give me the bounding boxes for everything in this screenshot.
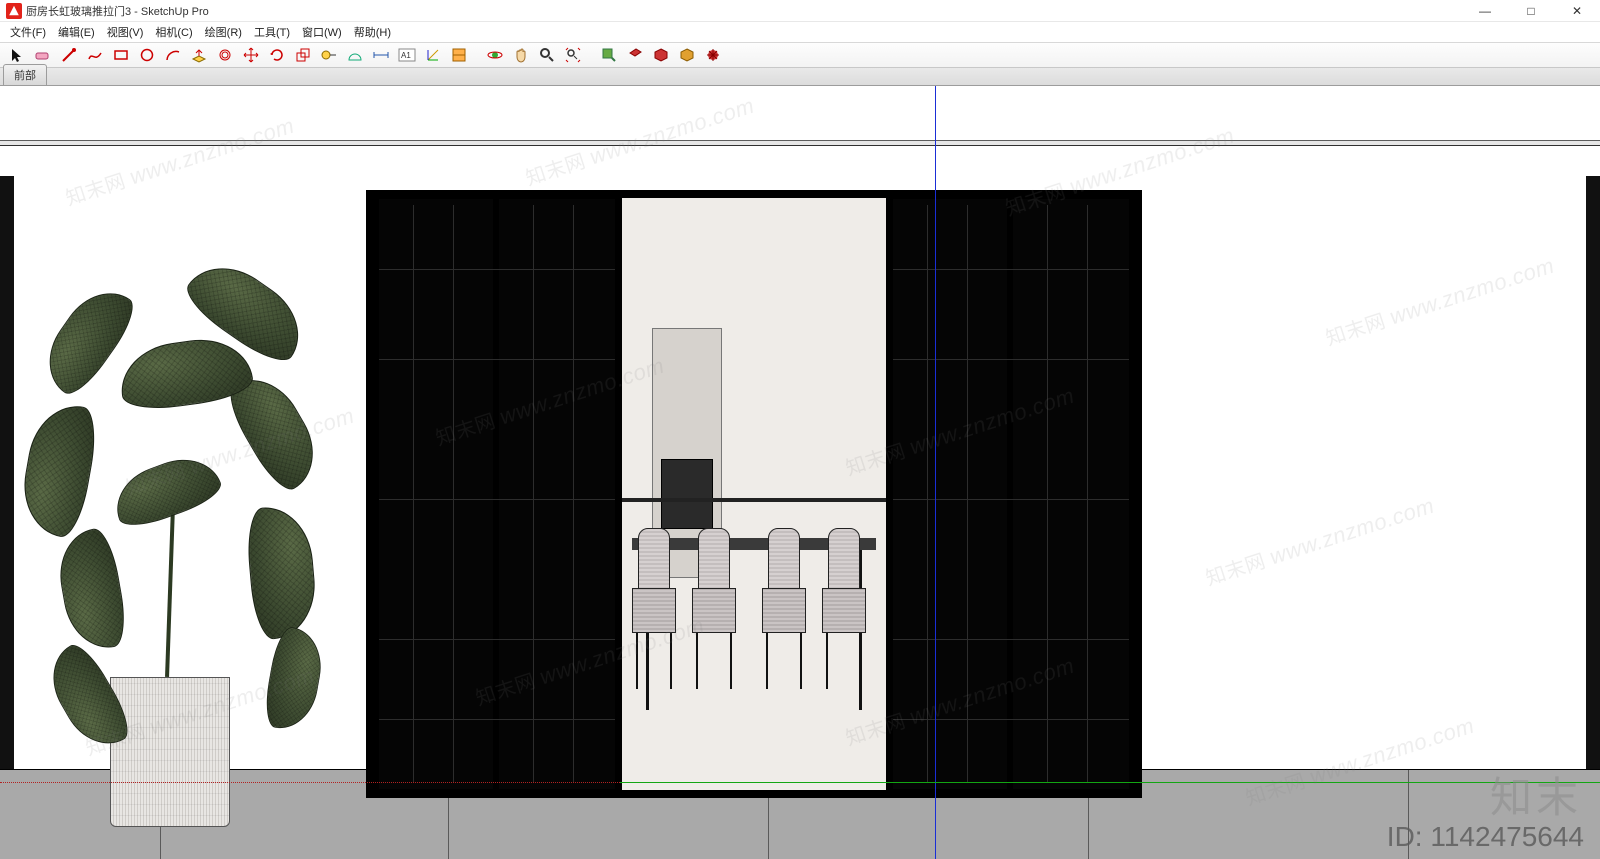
window-title: 厨房长虹玻璃推拉门3 - SketchUp Pro bbox=[26, 3, 209, 19]
menu-tools[interactable]: 工具(T) bbox=[248, 22, 296, 42]
model-right-reveal bbox=[1586, 176, 1600, 769]
line-tool[interactable] bbox=[57, 44, 81, 66]
door-panel-left bbox=[372, 198, 622, 790]
section-tool[interactable] bbox=[447, 44, 471, 66]
viewport[interactable]: 知末网www.znzmo.com 知末网www.znzmo.com 知末网www… bbox=[0, 86, 1600, 859]
circle-tool[interactable] bbox=[135, 44, 159, 66]
maximize-button[interactable]: □ bbox=[1508, 0, 1554, 22]
select-tool[interactable] bbox=[5, 44, 29, 66]
explode-tool[interactable] bbox=[701, 44, 725, 66]
rectangle-tool[interactable] bbox=[109, 44, 133, 66]
toolbar: A1 bbox=[0, 42, 1600, 68]
app-icon bbox=[6, 3, 22, 19]
rotate-tool[interactable] bbox=[265, 44, 289, 66]
menu-draw[interactable]: 绘图(R) bbox=[199, 22, 248, 42]
model-left-reveal bbox=[0, 176, 14, 769]
plant-pot bbox=[110, 677, 230, 827]
menu-edit[interactable]: 编辑(E) bbox=[52, 22, 101, 42]
texture-tool[interactable] bbox=[675, 44, 699, 66]
zoom-tool[interactable] bbox=[535, 44, 559, 66]
menu-file[interactable]: 文件(F) bbox=[4, 22, 52, 42]
model-ceiling bbox=[0, 86, 1600, 140]
window-controls: — □ ✕ bbox=[1462, 0, 1600, 22]
scene-tab-front[interactable]: 前部 bbox=[3, 64, 47, 85]
offset-tool[interactable] bbox=[213, 44, 237, 66]
menu-view[interactable]: 视图(V) bbox=[101, 22, 150, 42]
protractor-tool[interactable] bbox=[343, 44, 367, 66]
paint-tool[interactable] bbox=[597, 44, 621, 66]
minimize-button[interactable]: — bbox=[1462, 0, 1508, 22]
door-panel-right bbox=[886, 198, 1136, 790]
pan-tool[interactable] bbox=[509, 44, 533, 66]
scene-tabs: 前部 bbox=[0, 68, 1600, 86]
sample-tool[interactable] bbox=[623, 44, 647, 66]
move-tool[interactable] bbox=[239, 44, 263, 66]
model-plant bbox=[20, 267, 320, 827]
svg-text:A1: A1 bbox=[401, 51, 411, 60]
freehand-tool[interactable] bbox=[83, 44, 107, 66]
menu-help[interactable]: 帮助(H) bbox=[348, 22, 397, 42]
dimension-tool[interactable] bbox=[369, 44, 393, 66]
brand-watermark: 知末 bbox=[1490, 764, 1582, 825]
menu-camera[interactable]: 相机(C) bbox=[149, 22, 198, 42]
pushpull-tool[interactable] bbox=[187, 44, 211, 66]
tape-tool[interactable] bbox=[317, 44, 341, 66]
orbit-tool[interactable] bbox=[483, 44, 507, 66]
eraser-tool[interactable] bbox=[31, 44, 55, 66]
axes-tool[interactable] bbox=[421, 44, 445, 66]
model-ceiling-edge bbox=[0, 140, 1600, 146]
axis-green bbox=[620, 782, 1600, 783]
menu-bar: 文件(F) 编辑(E) 视图(V) 相机(C) 绘图(R) 工具(T) 窗口(W… bbox=[0, 22, 1600, 42]
zoom-extents-tool[interactable] bbox=[561, 44, 585, 66]
scale-tool[interactable] bbox=[291, 44, 315, 66]
text-tool[interactable]: A1 bbox=[395, 44, 419, 66]
arc-tool[interactable] bbox=[161, 44, 185, 66]
material-tool[interactable] bbox=[649, 44, 673, 66]
menu-window[interactable]: 窗口(W) bbox=[296, 22, 348, 42]
id-label: ID: 1142475644 bbox=[1387, 821, 1584, 853]
axis-blue bbox=[935, 86, 936, 859]
close-button[interactable]: ✕ bbox=[1554, 0, 1600, 22]
title-bar: 厨房长虹玻璃推拉门3 - SketchUp Pro — □ ✕ bbox=[0, 0, 1600, 22]
axis-red bbox=[0, 782, 620, 783]
sliding-door bbox=[366, 190, 1142, 798]
